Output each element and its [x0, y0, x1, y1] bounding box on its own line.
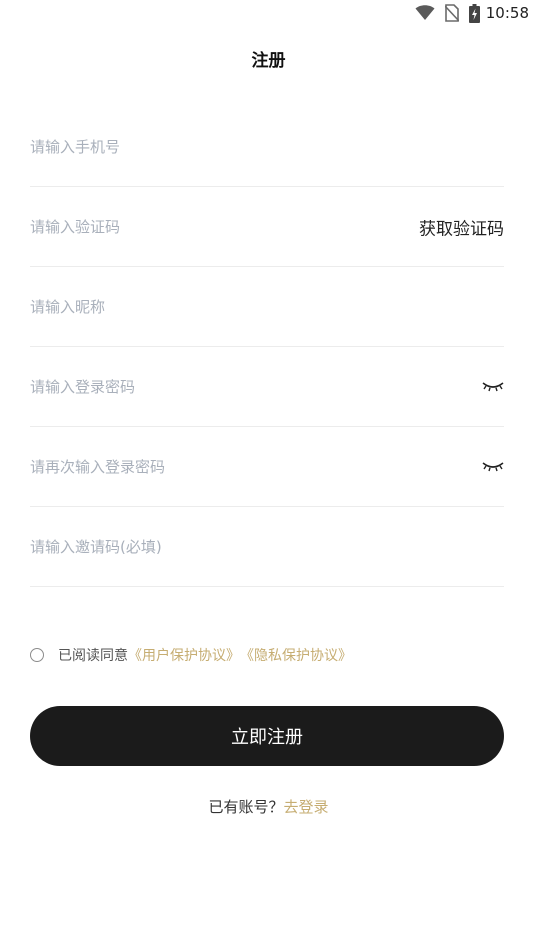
register-form: 获取验证码	[30, 108, 504, 588]
status-bar: 10:58	[0, 0, 537, 26]
phone-input[interactable]	[30, 108, 504, 186]
invite-code-field-row	[30, 508, 504, 587]
status-icons: 10:58	[415, 2, 529, 24]
code-field-row: 获取验证码	[30, 188, 504, 267]
register-button[interactable]: 立即注册	[30, 706, 504, 766]
status-time: 10:58	[485, 4, 529, 22]
get-code-button[interactable]: 获取验证码	[419, 215, 504, 240]
go-login-link[interactable]: 去登录	[284, 798, 329, 816]
no-sim-icon	[444, 4, 459, 22]
password-input[interactable]	[30, 348, 504, 426]
confirm-password-input[interactable]	[30, 428, 504, 506]
password-field-row	[30, 348, 504, 427]
battery-charging-icon	[468, 3, 480, 23]
nickname-input[interactable]	[30, 268, 504, 346]
page-title: 注册	[251, 51, 286, 71]
agreement-prefix: 已阅读同意	[58, 648, 128, 664]
invite-code-input[interactable]	[30, 508, 504, 586]
login-question: 已有账号？	[208, 798, 284, 816]
agreement-row: 已阅读同意 《用户保护协议》 《隐私保护协议》	[30, 645, 352, 665]
eye-closed-icon[interactable]	[482, 460, 504, 474]
nickname-field-row	[30, 268, 504, 347]
confirm-password-field-row	[30, 428, 504, 507]
privacy-agreement-link[interactable]: 《隐私保护协议》	[240, 645, 352, 665]
phone-field-row	[30, 108, 504, 187]
user-agreement-link[interactable]: 《用户保护协议》	[128, 645, 240, 665]
eye-closed-icon[interactable]	[482, 380, 504, 394]
agreement-radio[interactable]	[30, 648, 44, 662]
wifi-icon	[415, 5, 435, 20]
login-prompt: 已有账号？去登录	[0, 796, 537, 817]
